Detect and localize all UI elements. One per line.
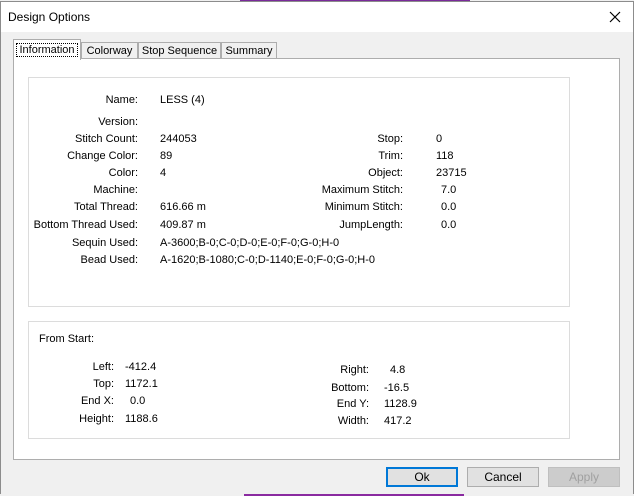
ok-button[interactable]: Ok bbox=[386, 467, 458, 487]
width-label: Width: bbox=[337, 415, 369, 427]
sequin-used-value: A-3600;B-0;C-0;D-0;E-0;F-0;G-0;H-0 bbox=[160, 237, 340, 249]
from-start-group: From Start: Left: -412.4 Top: 1172.1 End… bbox=[28, 321, 570, 439]
sequin-used-label: Sequin Used: bbox=[71, 237, 138, 249]
tab-summary[interactable]: Summary bbox=[221, 42, 277, 59]
close-icon bbox=[609, 11, 621, 23]
height-value: 1188.6 bbox=[125, 413, 158, 425]
information-panel: Name: LESS (4) Version: Stitch Count: 24… bbox=[13, 58, 620, 460]
change-color-value: 89 bbox=[160, 150, 173, 162]
design-options-dialog: Design Options Information Colorway Stop… bbox=[0, 1, 634, 495]
right-value: 4.8 bbox=[390, 364, 406, 376]
color-value: 4 bbox=[160, 167, 167, 179]
width-value: 417.2 bbox=[384, 415, 412, 427]
top-value: 1172.1 bbox=[125, 378, 158, 390]
name-label: Name: bbox=[105, 94, 138, 106]
end-x-value: 0.0 bbox=[130, 395, 146, 407]
bottom-value: -16.5 bbox=[384, 382, 410, 394]
bottom-thread-value: 409.87 m bbox=[160, 219, 206, 231]
title-bar[interactable]: Design Options bbox=[1, 2, 633, 32]
change-color-label: Change Color: bbox=[67, 150, 138, 162]
max-stitch-label: Maximum Stitch: bbox=[321, 184, 403, 196]
end-x-label: End X: bbox=[80, 395, 114, 407]
object-label: Object: bbox=[368, 167, 403, 179]
trim-value: 118 bbox=[436, 150, 454, 162]
version-label: Version: bbox=[98, 116, 138, 128]
bottom-label: Bottom: bbox=[331, 382, 369, 394]
jump-length-value: 0.0 bbox=[441, 219, 457, 231]
bead-used-value: A-1620;B-1080;C-0;D-1140;E-0;F-0;G-0;H-0 bbox=[160, 254, 375, 266]
object-value: 23715 bbox=[436, 167, 467, 179]
bead-used-label: Bead Used: bbox=[80, 254, 138, 266]
trim-label: Trim: bbox=[378, 150, 403, 162]
from-start-heading: From Start: bbox=[39, 333, 95, 345]
stop-label: Stop: bbox=[377, 133, 403, 145]
min-stitch-label: Minimum Stitch: bbox=[324, 201, 403, 213]
tab-label: Colorway bbox=[86, 45, 133, 57]
window-title: Design Options bbox=[8, 10, 91, 24]
cancel-button[interactable]: Cancel bbox=[467, 467, 539, 487]
left-label: Left: bbox=[92, 361, 114, 373]
stitch-count-value: 244053 bbox=[160, 133, 197, 145]
apply-button[interactable]: Apply bbox=[548, 467, 620, 487]
close-button[interactable] bbox=[597, 2, 633, 32]
total-thread-label: Total Thread: bbox=[73, 201, 138, 213]
total-thread-value: 616.66 m bbox=[160, 201, 206, 213]
stop-value: 0 bbox=[436, 133, 443, 145]
tab-information[interactable]: Information bbox=[13, 39, 81, 60]
end-y-label: End Y: bbox=[336, 398, 369, 410]
tab-label: Stop Sequence bbox=[141, 45, 218, 57]
tab-label: Information bbox=[16, 43, 78, 57]
tab-colorway[interactable]: Colorway bbox=[81, 42, 138, 59]
tab-stop-sequence[interactable]: Stop Sequence bbox=[138, 42, 221, 59]
min-stitch-value: 0.0 bbox=[441, 201, 457, 213]
jump-length-label: JumpLength: bbox=[339, 219, 403, 231]
max-stitch-value: 7.0 bbox=[441, 184, 457, 196]
name-value: LESS (4) bbox=[160, 94, 205, 106]
design-info-group: Name: LESS (4) Version: Stitch Count: 24… bbox=[28, 77, 570, 307]
stitch-count-label: Stitch Count: bbox=[75, 133, 138, 145]
tab-label: Summary bbox=[225, 45, 273, 57]
color-label: Color: bbox=[108, 167, 138, 179]
right-label: Right: bbox=[340, 364, 369, 376]
top-label: Top: bbox=[93, 378, 114, 390]
left-value: -412.4 bbox=[125, 361, 157, 373]
bottom-thread-label: Bottom Thread Used: bbox=[33, 219, 138, 231]
height-label: Height: bbox=[79, 413, 114, 425]
end-y-value: 1128.9 bbox=[384, 398, 417, 410]
machine-label: Machine: bbox=[93, 184, 138, 196]
